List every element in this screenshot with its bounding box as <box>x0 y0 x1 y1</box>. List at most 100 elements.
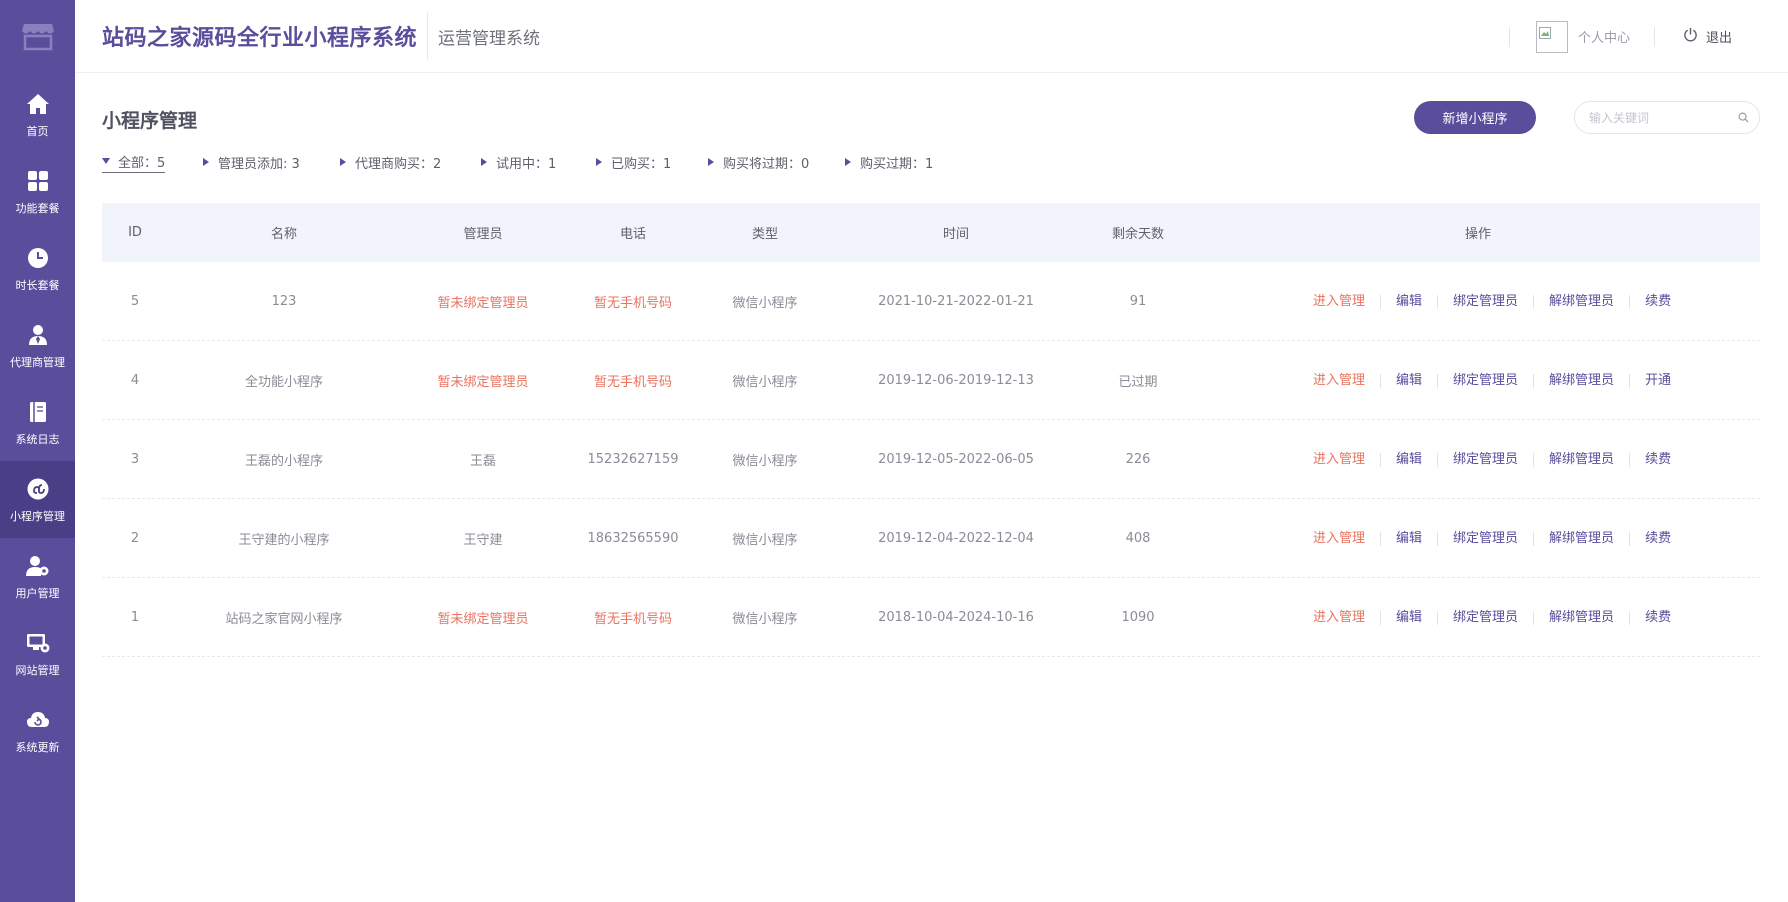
header-id: ID <box>128 225 142 240</box>
cell-phone: 暂无手机号码 <box>593 612 673 627</box>
filter-label: 试用中：1 <box>496 156 557 172</box>
bind-admin-link[interactable]: 绑定管理员 <box>1437 373 1533 388</box>
unbind-admin-link[interactable]: 解绑管理员 <box>1533 373 1629 388</box>
cell-days: 408 <box>1125 531 1151 546</box>
sidebar-item-agent[interactable]: 代理商管理 <box>0 307 75 384</box>
cell-admin: 暂未绑定管理员 <box>437 375 529 390</box>
profile-link[interactable]: 个人中心 <box>1510 20 1654 53</box>
edit-link[interactable]: 编辑 <box>1380 452 1437 467</box>
cell-id: 3 <box>130 452 140 467</box>
cell-phone: 暂无手机号码 <box>593 375 673 390</box>
bind-admin-link[interactable]: 绑定管理员 <box>1437 610 1533 625</box>
cell-days: 226 <box>1125 452 1151 467</box>
cell-id: 4 <box>130 373 140 388</box>
filter-tab[interactable]: 代理商购买：2 <box>339 151 441 173</box>
bind-admin-link[interactable]: 绑定管理员 <box>1437 452 1533 467</box>
filter-tab[interactable]: 试用中：1 <box>480 151 556 173</box>
table-row: 1 站码之家官网小程序 暂未绑定管理员 暂无手机号码 微信小程序 2018-10-04-2… <box>102 578 1760 657</box>
table-row: 4 全功能小程序 暂未绑定管理员 暂无手机号码 微信小程序 2019-12-06-2019… <box>102 341 1760 420</box>
cell-time: 2019-12-06-2019-12-13 <box>878 373 1034 388</box>
cell-phone: 15232627159 <box>587 452 679 467</box>
row-actions: 进入管理 编辑 绑定管理员 解绑管理员 续费 <box>1298 262 1686 341</box>
home-icon <box>25 91 51 117</box>
enter-manage-link[interactable]: 进入管理 <box>1298 531 1380 546</box>
filter-tab[interactable]: 购买过期：1 <box>844 151 933 173</box>
user-settings-icon <box>25 553 51 579</box>
sidebar-item-grid[interactable]: 功能套餐 <box>0 153 75 230</box>
power-icon <box>1683 27 1698 46</box>
logout-button[interactable]: 退出 <box>1655 27 1788 46</box>
website-settings-icon <box>25 630 51 656</box>
cell-time: 2018-10-04-2024-10-16 <box>878 610 1034 625</box>
sidebar-item-label: 用户管理 <box>15 586 60 600</box>
search-icon[interactable] <box>1738 108 1749 127</box>
renew-link[interactable]: 续费 <box>1629 294 1686 309</box>
header-actions: 操作 <box>1464 227 1492 242</box>
grid-icon <box>25 168 51 194</box>
bind-admin-link[interactable]: 绑定管理员 <box>1437 531 1533 546</box>
edit-link[interactable]: 编辑 <box>1380 373 1437 388</box>
cell-name: 全功能小程序 <box>244 375 324 390</box>
renew-link[interactable]: 续费 <box>1629 531 1686 546</box>
filter-label: 全部：5 <box>118 156 166 171</box>
table-row: 3 王磊的小程序 王磊 15232627159 微信小程序 2019-12-05-2022… <box>102 420 1760 499</box>
triangle-right-icon <box>339 155 347 170</box>
sidebar-item-label: 时长套餐 <box>15 278 60 292</box>
sidebar-item-user-settings[interactable]: 用户管理 <box>0 538 75 615</box>
filter-tab[interactable]: 全部：5 <box>102 151 166 173</box>
header-type: 类型 <box>751 227 779 242</box>
renew-link[interactable]: 续费 <box>1629 452 1686 467</box>
page-header: 小程序管理 新增小程序 <box>102 73 1760 143</box>
cell-days: 91 <box>1129 294 1147 309</box>
sidebar-item-log-book[interactable]: 系统日志 <box>0 384 75 461</box>
unbind-admin-link[interactable]: 解绑管理员 <box>1533 610 1629 625</box>
cell-admin: 王守建 <box>463 533 503 548</box>
logo[interactable] <box>0 0 75 76</box>
store-icon <box>21 21 55 55</box>
table-row: 5 123 暂未绑定管理员 暂无手机号码 微信小程序 2021-10-21-2022-01… <box>102 262 1760 341</box>
sidebar-item-label: 功能套餐 <box>15 201 60 215</box>
add-miniprogram-button[interactable]: 新增小程序 <box>1414 101 1536 134</box>
cell-type: 微信小程序 <box>732 454 798 469</box>
enter-manage-link[interactable]: 进入管理 <box>1298 373 1380 388</box>
unbind-admin-link[interactable]: 解绑管理员 <box>1533 294 1629 309</box>
broken-image-icon <box>1538 24 1551 43</box>
renew-link[interactable]: 续费 <box>1629 610 1686 625</box>
cloud-update-icon <box>25 707 51 733</box>
edit-link[interactable]: 编辑 <box>1380 531 1437 546</box>
filter-tab[interactable]: 管理员添加: 3 <box>202 151 300 173</box>
row-actions: 进入管理 编辑 绑定管理员 解绑管理员 续费 <box>1298 420 1686 499</box>
cell-type: 微信小程序 <box>732 375 798 390</box>
unbind-admin-link[interactable]: 解绑管理员 <box>1533 531 1629 546</box>
row-actions: 进入管理 编辑 绑定管理员 解绑管理员 开通 <box>1298 341 1686 420</box>
edit-link[interactable]: 编辑 <box>1380 610 1437 625</box>
avatar[interactable] <box>1535 20 1568 53</box>
cell-name: 站码之家官网小程序 <box>225 612 343 627</box>
sidebar-item-cloud-update[interactable]: 系统更新 <box>0 692 75 769</box>
filter-label: 购买过期：1 <box>860 156 934 172</box>
activate-link[interactable]: 开通 <box>1629 373 1686 388</box>
search-input[interactable] <box>1589 110 1738 125</box>
filter-tab[interactable]: 已购买：1 <box>595 151 671 173</box>
filter-tab[interactable]: 购买将过期：0 <box>707 151 809 173</box>
sidebar-item-label: 系统更新 <box>15 740 60 754</box>
filter-label: 代理商购买：2 <box>355 156 442 172</box>
cell-id: 1 <box>130 610 140 625</box>
unbind-admin-link[interactable]: 解绑管理员 <box>1533 452 1629 467</box>
sidebar-item-label: 小程序管理 <box>10 509 65 523</box>
cell-time: 2019-12-04-2022-12-04 <box>878 531 1034 546</box>
sidebar-item-home[interactable]: 首页 <box>0 76 75 153</box>
log-book-icon <box>25 399 51 425</box>
enter-manage-link[interactable]: 进入管理 <box>1298 610 1380 625</box>
triangle-right-icon <box>707 155 715 170</box>
sidebar-item-miniprogram[interactable]: 小程序管理 <box>0 461 75 538</box>
enter-manage-link[interactable]: 进入管理 <box>1298 294 1380 309</box>
bind-admin-link[interactable]: 绑定管理员 <box>1437 294 1533 309</box>
cell-name: 123 <box>271 294 297 309</box>
edit-link[interactable]: 编辑 <box>1380 294 1437 309</box>
sidebar-item-clock[interactable]: 时长套餐 <box>0 230 75 307</box>
row-actions: 进入管理 编辑 绑定管理员 解绑管理员 续费 <box>1298 578 1686 657</box>
sidebar-item-label: 首页 <box>26 124 49 138</box>
enter-manage-link[interactable]: 进入管理 <box>1298 452 1380 467</box>
sidebar-item-website-settings[interactable]: 网站管理 <box>0 615 75 692</box>
